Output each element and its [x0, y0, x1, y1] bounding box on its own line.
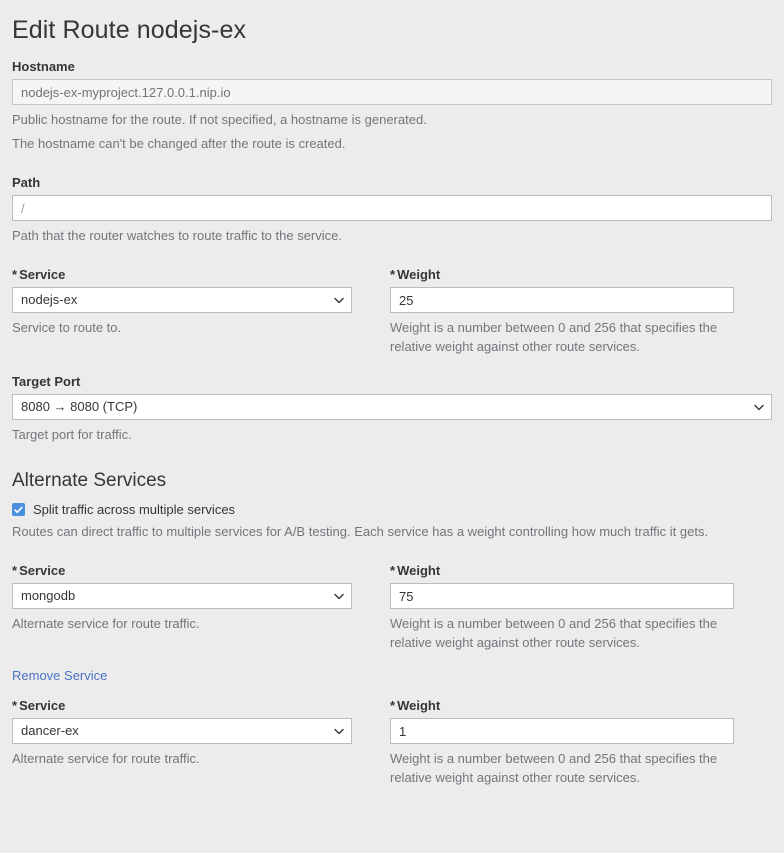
hostname-label: Hostname — [12, 59, 75, 74]
primary-service-select[interactable]: nodejs-ex — [12, 287, 352, 313]
check-icon — [14, 506, 23, 513]
hostname-input[interactable] — [12, 79, 772, 105]
alternate-services-description: Routes can direct traffic to multiple se… — [12, 524, 709, 539]
alternate-service-label: * Service — [12, 698, 352, 713]
primary-weight-help: Weight is a number between 0 and 256 tha… — [390, 320, 718, 354]
alternate-weight-column: *Weight Weight is a number between 0 and… — [390, 563, 734, 652]
split-traffic-label: Split traffic across multiple services — [33, 502, 236, 517]
alternate-service-column: * Service dancer-ex Alternate service for… — [12, 698, 352, 768]
primary-service-label-text: Service — [19, 267, 66, 282]
route-edit-form: Edit Route nodejs-ex Hostname Public hos… — [0, 0, 784, 787]
alternate-service-select[interactable]: dancer-ex — [12, 718, 352, 744]
page-title: Edit Route nodejs-ex — [12, 16, 247, 44]
path-field-group: Path Path that the router watches to rou… — [12, 175, 772, 245]
primary-service-help: Service to route to. — [12, 320, 122, 335]
required-marker: * — [12, 698, 18, 713]
alternate-service-label-text: Service — [19, 698, 66, 713]
primary-weight-column: *Weight Weight is a number between 0 and… — [390, 267, 734, 356]
alternate-service-column: * Service mongodb Alternate service for r… — [12, 563, 352, 683]
alternate-weight-label-text: Weight — [397, 698, 441, 713]
alternate-service-label-text: Service — [19, 563, 66, 578]
primary-weight-label-text: Weight — [397, 267, 441, 282]
alternate-service-select-value: dancer-ex — [12, 718, 352, 744]
path-help: Path that the router watches to route tr… — [12, 228, 342, 243]
alternate-weight-label-text: Weight — [397, 563, 441, 578]
alternate-weight-help: Weight is a number between 0 and 256 tha… — [390, 616, 718, 650]
split-traffic-checkbox[interactable] — [12, 503, 25, 516]
split-traffic-checkbox-row[interactable]: Split traffic across multiple services — [12, 502, 772, 517]
alternate-weight-input[interactable] — [390, 583, 734, 609]
primary-service-row: * Service nodejs-ex Service to route to. … — [12, 267, 772, 356]
target-port-select[interactable]: 8080 → 8080 (TCP) — [12, 394, 772, 420]
target-port-help: Target port for traffic. — [12, 427, 132, 442]
hostname-help-1: Public hostname for the route. If not sp… — [12, 112, 427, 127]
alternate-service-row: * Service mongodb Alternate service for r… — [12, 563, 772, 683]
required-marker: * — [390, 698, 396, 713]
alternate-services-heading: Alternate Services — [12, 470, 167, 491]
alternate-weight-label: * Weight — [390, 698, 734, 713]
primary-service-column: * Service nodejs-ex Service to route to. — [12, 267, 352, 337]
required-marker: * — [12, 563, 18, 578]
target-port-select-value: 8080 → 8080 (TCP) — [12, 394, 772, 420]
remove-service-link[interactable]: Remove Service — [12, 668, 107, 683]
alternate-service-help: Alternate service for route traffic. — [12, 751, 200, 766]
primary-service-select-value: nodejs-ex — [12, 287, 352, 313]
alternate-service-label: * Service — [12, 563, 352, 578]
hostname-field-group: Hostname Public hostname for the route. … — [12, 59, 772, 153]
required-marker: * — [390, 267, 396, 282]
alternate-weight-input[interactable] — [390, 718, 734, 744]
alternate-service-select-value: mongodb — [12, 583, 352, 609]
required-marker: * — [12, 267, 18, 282]
required-marker: * — [390, 563, 396, 578]
alternate-service-select[interactable]: mongodb — [12, 583, 352, 609]
path-input[interactable] — [12, 195, 772, 221]
target-port-label: Target Port — [12, 374, 81, 389]
primary-weight-label: * Weight — [390, 267, 734, 282]
alternate-service-help: Alternate service for route traffic. — [12, 616, 200, 631]
primary-weight-input[interactable] — [390, 287, 734, 313]
primary-service-label: * Service — [12, 267, 352, 282]
target-port-field-group: Target Port 8080 → 8080 (TCP) Target por… — [12, 374, 772, 444]
alternate-weight-label: * Weight — [390, 563, 734, 578]
alternate-service-row: * Service dancer-ex Alternate service for… — [12, 698, 772, 787]
path-label: Path — [12, 175, 41, 190]
hostname-help-2: The hostname can't be changed after the … — [12, 136, 346, 151]
alternate-weight-help: Weight is a number between 0 and 256 tha… — [390, 751, 718, 785]
alternate-weight-column: *Weight Weight is a number between 0 and… — [390, 698, 734, 787]
